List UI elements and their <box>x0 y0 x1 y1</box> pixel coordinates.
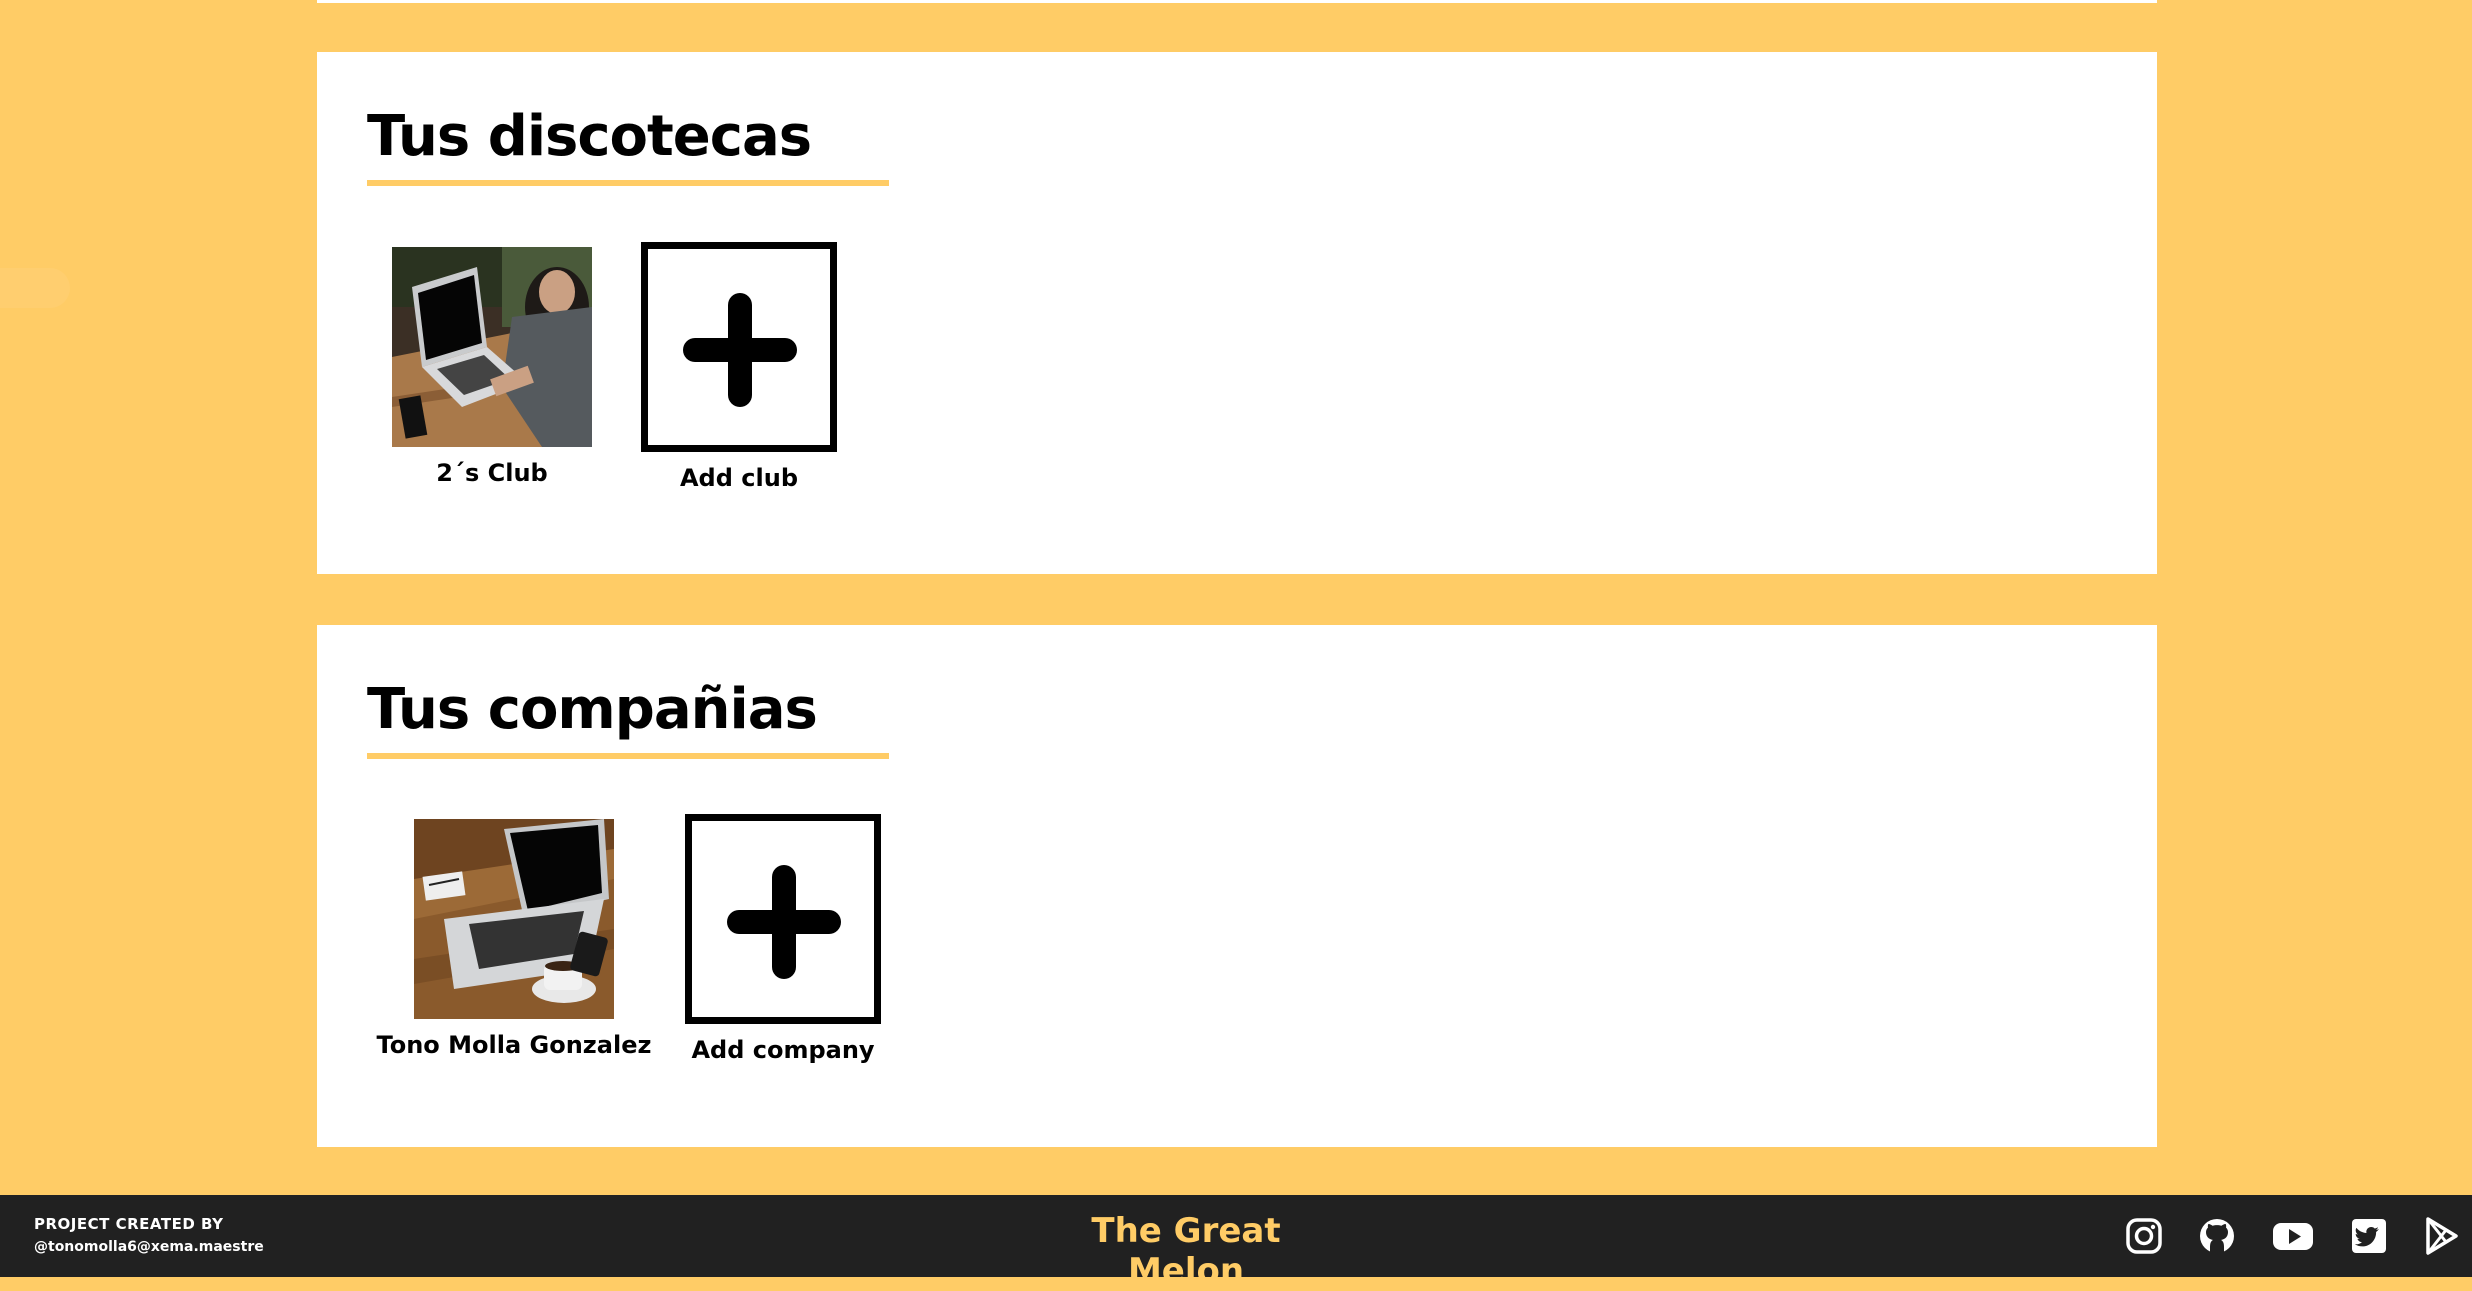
laptop-person-photo <box>392 247 592 447</box>
companies-card: Tus compañias Tono Molla Gonzalez Add co… <box>317 625 2157 1147</box>
github-icon[interactable] <box>2198 1217 2236 1255</box>
company-name: Tono Molla Gonzalez <box>376 1031 652 1059</box>
clubs-title: Tus discotecas <box>367 104 812 169</box>
credit-heading: PROJECT CREATED BY <box>34 1215 224 1233</box>
companies-title: Tus compañias <box>367 677 818 742</box>
site-footer: PROJECT CREATED BY @tonomolla6@xema.maes… <box>0 1195 2472 1291</box>
companies-title-underline <box>367 753 889 759</box>
google-play-icon[interactable] <box>2424 1217 2460 1255</box>
previous-card-edge <box>317 0 2157 3</box>
plus-icon <box>727 865 841 979</box>
laptop-coffee-photo <box>414 819 614 1019</box>
plus-icon <box>683 293 797 407</box>
brand-name[interactable]: The Great Melon <box>1036 1211 1336 1291</box>
add-company-button[interactable] <box>685 814 881 1024</box>
youtube-icon[interactable] <box>2272 1217 2314 1255</box>
club-image[interactable] <box>392 247 592 447</box>
twitter-icon[interactable] <box>2350 1217 2388 1255</box>
add-club-button[interactable] <box>641 242 837 452</box>
instagram-icon[interactable] <box>2125 1217 2163 1255</box>
credit-authors[interactable]: @tonomolla6@xema.maestre <box>34 1239 264 1255</box>
add-company-label: Add company <box>691 1036 875 1064</box>
add-club-label: Add club <box>679 464 798 492</box>
company-image[interactable] <box>414 819 614 1019</box>
side-tab[interactable] <box>0 268 70 308</box>
club-name: 2´s Club <box>436 459 548 487</box>
clubs-card: Tus discotecas 2´s Club Add club <box>317 52 2157 574</box>
clubs-title-underline <box>367 180 889 186</box>
